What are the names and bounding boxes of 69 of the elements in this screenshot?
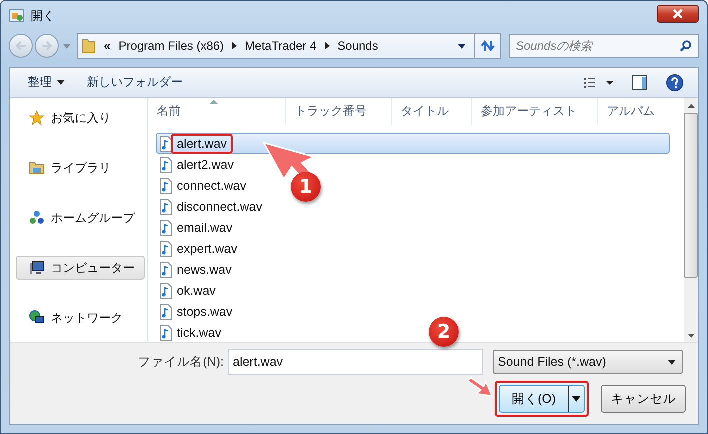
caret-icon <box>572 396 581 402</box>
audio-file-icon <box>160 304 172 320</box>
audio-file-icon <box>160 136 172 152</box>
file-name-field[interactable]: alert.wav <box>228 349 483 375</box>
sidebar-item[interactable]: ネットワーク <box>16 306 145 330</box>
audio-file-icon <box>160 178 172 194</box>
sidebar-item[interactable]: お気に入り <box>16 106 145 130</box>
column-header[interactable]: アルバム <box>598 98 678 125</box>
file-name[interactable]: email.wav <box>171 218 239 238</box>
close-button[interactable] <box>657 5 699 23</box>
audio-file-icon <box>160 282 172 298</box>
breadcrumb[interactable]: Sounds <box>338 39 378 53</box>
scroll-down-icon[interactable] <box>688 334 694 338</box>
audio-file-icon <box>160 156 172 172</box>
sidebar-item[interactable]: ホームグループ <box>16 206 145 230</box>
window-title: 開く <box>31 8 55 24</box>
column-header[interactable]: 名前 <box>148 98 286 125</box>
selected-row[interactable]: alert.wav <box>156 133 670 154</box>
breadcrumb-overflow[interactable]: « <box>104 39 111 53</box>
breadcrumb[interactable]: MetaTrader 4 <box>245 39 317 53</box>
scroll-up-icon[interactable] <box>688 104 694 108</box>
new-folder-button[interactable]: 新しいフォルダー <box>79 71 191 94</box>
computer-icon <box>29 260 45 276</box>
audio-file-icon <box>160 262 172 278</box>
breadcrumb[interactable]: Program Files (x86) <box>118 39 224 53</box>
column-header[interactable]: トラック番号 <box>286 98 392 125</box>
breadcrumb-arrow-icon[interactable] <box>324 42 330 50</box>
file-name[interactable]: news.wav <box>171 260 238 280</box>
sort-arrow-icon <box>210 100 218 104</box>
app-icon <box>9 8 25 24</box>
refresh-icon <box>480 39 494 53</box>
organize-button[interactable]: 整理 <box>20 71 73 94</box>
folder-icon <box>82 38 96 54</box>
network-nodes-icon <box>29 210 45 226</box>
file-name[interactable]: alert.wav <box>171 134 234 154</box>
close-icon <box>672 9 684 19</box>
file-type-dropdown[interactable]: Sound Files (*.wav) <box>493 350 683 374</box>
caret-icon <box>57 80 65 85</box>
open-button[interactable]: 開く(O) <box>499 385 585 413</box>
address-bar[interactable]: « Program Files (x86) MetaTrader 4 Sounds <box>77 33 501 59</box>
file-name[interactable]: connect.wav <box>171 176 252 196</box>
file-name[interactable]: tick.wav <box>171 322 228 342</box>
column-header[interactable]: タイトル <box>392 98 472 125</box>
folder-icon <box>29 160 45 176</box>
file-name[interactable]: stops.wav <box>171 302 239 322</box>
sidebar-item[interactable]: ライブラリ <box>16 156 145 180</box>
audio-file-icon <box>160 240 172 256</box>
forward-arrow-icon <box>40 40 54 52</box>
dropdown-icon[interactable] <box>458 44 466 48</box>
audio-file-icon <box>160 324 172 340</box>
file-name[interactable]: disconnect.wav <box>171 196 268 216</box>
audio-file-icon <box>160 198 172 214</box>
callout-arrow <box>467 377 493 397</box>
globe-computer-icon <box>29 310 45 326</box>
file-name[interactable]: expert.wav <box>171 238 244 258</box>
breadcrumb-arrow-icon[interactable] <box>232 42 238 50</box>
star-icon <box>29 110 45 126</box>
search-icon <box>680 40 692 52</box>
audio-file-icon <box>160 220 172 236</box>
back-arrow-icon <box>14 40 28 52</box>
file-name[interactable]: alert2.wav <box>171 154 240 174</box>
column-header[interactable]: 参加アーティスト <box>472 98 598 125</box>
file-name[interactable]: ok.wav <box>171 280 222 300</box>
cancel-button[interactable]: キャンセル <box>601 385 686 413</box>
dropdown-icon <box>668 360 676 364</box>
sidebar-item[interactable]: コンピューター <box>16 256 145 280</box>
scrollbar[interactable] <box>684 98 698 342</box>
file-name-label: ファイル名(N): <box>137 354 225 370</box>
search-field[interactable]: Soundsの検索 <box>509 34 699 58</box>
